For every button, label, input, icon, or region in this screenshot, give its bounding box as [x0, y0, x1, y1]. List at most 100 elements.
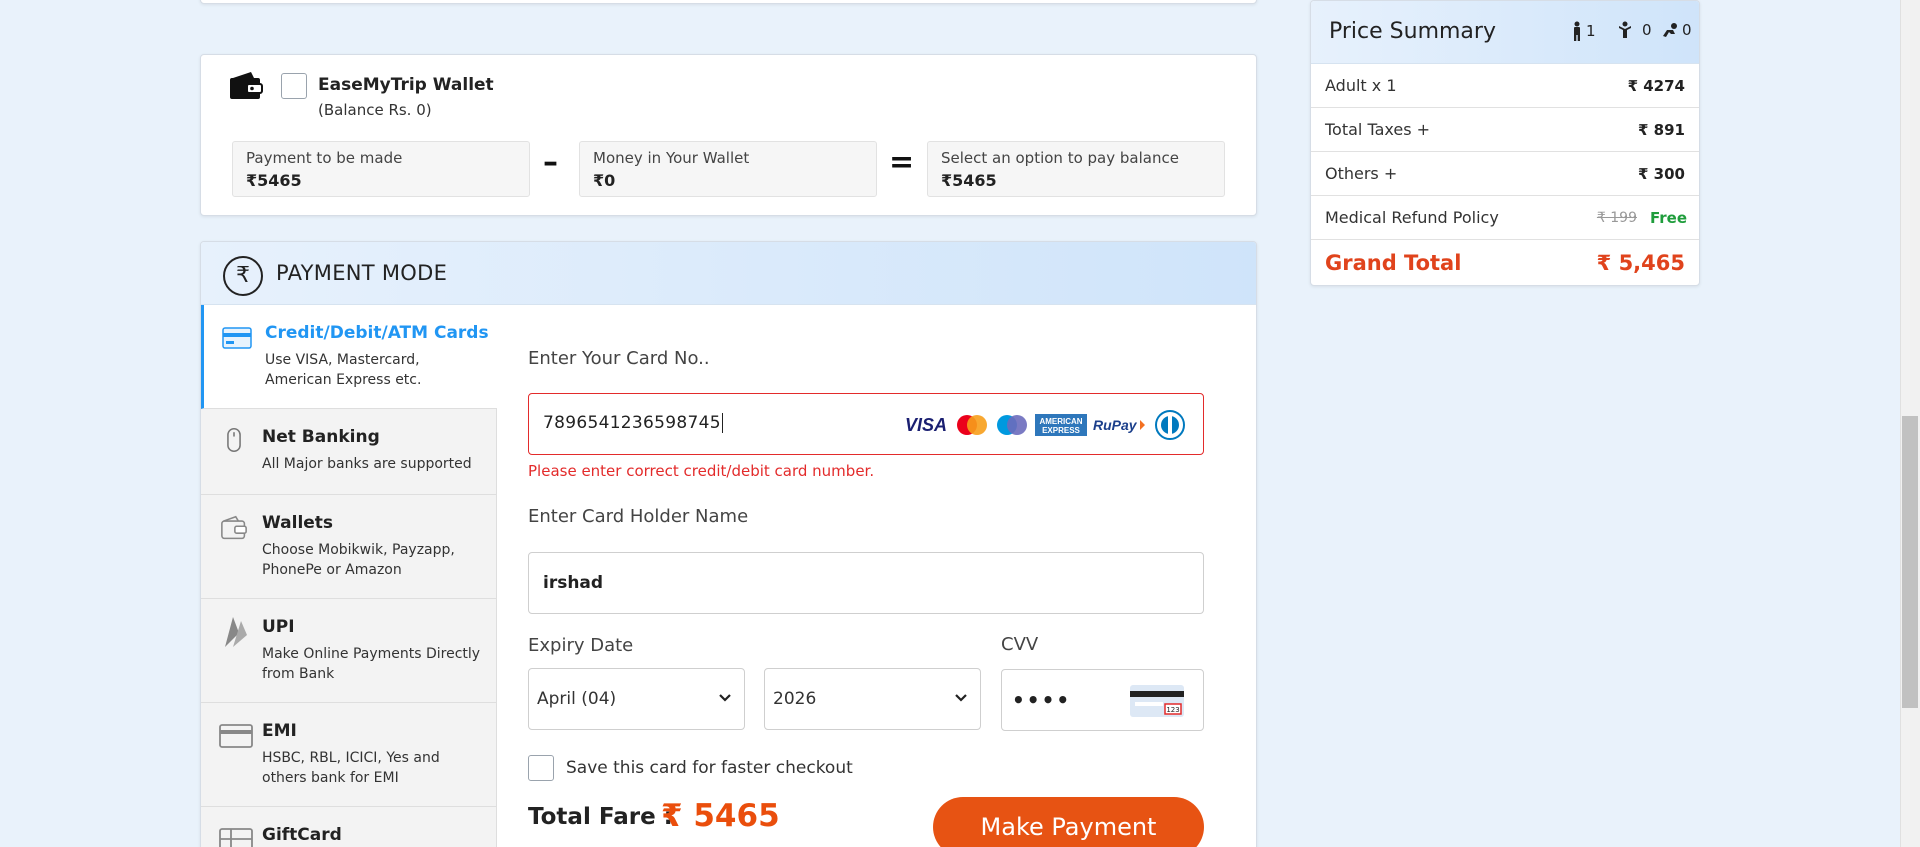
- cvv-value: ••••: [1012, 688, 1072, 712]
- child-icon: [1619, 21, 1631, 38]
- method-net-banking-title: Net Banking: [262, 427, 380, 447]
- save-card-checkbox[interactable]: [528, 755, 554, 781]
- payment-mode-title: PAYMENT MODE: [276, 261, 448, 285]
- card-number-label: Enter Your Card No..: [528, 348, 710, 369]
- method-cards-desc: Use VISA, Mastercard, American Express e…: [265, 352, 422, 388]
- money-in-wallet-box: Money in Your Wallet ₹0: [579, 141, 877, 197]
- infant-count-value: 0: [1682, 21, 1692, 39]
- total-fare-label: Total Fare :: [528, 804, 673, 830]
- svg-text:123: 123: [1166, 706, 1179, 714]
- svg-text:EXPRESS: EXPRESS: [1042, 426, 1080, 435]
- summary-row-medical: Medical Refund Policy ₹ 199 Free: [1311, 196, 1699, 240]
- method-upi-desc: Make Online Payments Directly from Bank: [262, 646, 481, 682]
- wallet-checkbox[interactable]: [281, 73, 307, 99]
- price-summary-title: Price Summary: [1329, 19, 1496, 44]
- summary-row-label: Total Taxes +: [1325, 120, 1431, 139]
- card-number-input[interactable]: 7896541236598745 VISA AMERICAN EXPRESS R…: [528, 393, 1204, 455]
- card-holder-value: irshad: [543, 573, 604, 593]
- svg-text:VISA: VISA: [905, 415, 947, 435]
- card-number-error: Please enter correct credit/debit card n…: [528, 462, 875, 480]
- summary-row-label: Others +: [1325, 164, 1398, 183]
- svg-text:AMERICAN: AMERICAN: [1039, 417, 1082, 426]
- wallet-balance: (Balance Rs. 0): [318, 101, 432, 119]
- price-summary-card: Price Summary 1 0 0 Adult x 1 ₹ 4274 Tot…: [1310, 0, 1700, 286]
- cvv-label: CVV: [1001, 634, 1039, 655]
- method-wallets-desc: Choose Mobikwik, Payzapp, PhonePe or Ama…: [262, 542, 455, 578]
- wallet-icon: [221, 515, 247, 540]
- payment-to-be-made-box: Payment to be made ₹5465: [232, 141, 530, 197]
- method-cards[interactable]: Credit/Debit/ATM Cards Use VISA, Masterc…: [201, 305, 497, 409]
- medical-refund-old-price: ₹ 199: [1596, 210, 1637, 226]
- expiry-month-value: April (04): [537, 689, 617, 709]
- payment-mode-card: ₹ PAYMENT MODE Credit/Debit/ATM Cards Us…: [200, 241, 1257, 847]
- chevron-down-icon: [955, 694, 967, 702]
- scrollbar-thumb[interactable]: [1902, 416, 1918, 708]
- payment-value: ₹5465: [246, 171, 302, 190]
- maestro-logo-icon: [997, 415, 1027, 435]
- grand-total-value: ₹ 5,465: [1596, 251, 1685, 275]
- method-wallets[interactable]: Wallets Choose Mobikwik, Payzapp, PhoneP…: [201, 495, 497, 599]
- adult-count: 1: [1571, 21, 1596, 41]
- payment-mode-header: ₹ PAYMENT MODE: [201, 242, 1256, 305]
- method-emi-title: EMI: [262, 721, 297, 741]
- giftcard-icon: [219, 828, 253, 847]
- method-net-banking-desc: All Major banks are supported: [262, 456, 472, 472]
- summary-row-label: Adult x 1: [1325, 76, 1397, 95]
- make-payment-button[interactable]: Make Payment: [933, 797, 1204, 847]
- card-holder-input[interactable]: irshad: [528, 552, 1204, 614]
- summary-row-value: ₹ 300: [1638, 165, 1685, 183]
- method-upi[interactable]: UPI Make Online Payments Directly from B…: [201, 599, 497, 703]
- previous-section-card: [200, 0, 1257, 4]
- infant-count: 0: [1661, 21, 1692, 39]
- method-net-banking[interactable]: Net Banking All Major banks are supporte…: [201, 409, 497, 495]
- wallet-card: EaseMyTrip Wallet (Balance Rs. 0) Paymen…: [200, 54, 1257, 216]
- svg-text:RuPay: RuPay: [1093, 417, 1138, 433]
- method-upi-title: UPI: [262, 617, 295, 637]
- infant-icon: [1663, 23, 1677, 37]
- expiry-year-select[interactable]: 2026: [764, 668, 981, 730]
- child-count-value: 0: [1642, 21, 1652, 39]
- credit-card-icon: [222, 327, 252, 349]
- balance-option-box: Select an option to pay balance ₹5465: [927, 141, 1225, 197]
- grand-total-label: Grand Total: [1325, 251, 1462, 275]
- method-emi[interactable]: EMI HSBC, RBL, ICICI, Yes and others ban…: [201, 703, 497, 807]
- summary-row-value: ₹ 891: [1638, 121, 1685, 139]
- medical-refund-free: Free: [1649, 209, 1687, 227]
- save-card-label: Save this card for faster checkout: [566, 758, 853, 778]
- summary-row-grand-total: Grand Total ₹ 5,465: [1311, 240, 1699, 284]
- child-count: 0: [1617, 21, 1652, 39]
- rupay-logo-icon: RuPay: [1093, 417, 1145, 433]
- rupee-icon: ₹: [223, 256, 263, 296]
- option-value: ₹5465: [941, 171, 997, 190]
- card-brand-logos: VISA AMERICAN EXPRESS RuPay: [905, 410, 1187, 440]
- mouse-icon: [227, 427, 241, 453]
- card-number-value: 7896541236598745: [543, 413, 723, 433]
- emi-card-icon: [219, 724, 253, 748]
- adult-count-value: 1: [1586, 22, 1596, 40]
- expiry-month-select[interactable]: April (04): [528, 668, 745, 730]
- expiry-year-value: 2026: [773, 689, 817, 709]
- mastercard-logo-icon: [957, 415, 987, 435]
- money-value: ₹0: [593, 171, 616, 190]
- summary-row-others[interactable]: Others + ₹ 300: [1311, 152, 1699, 196]
- method-giftcard-title: GiftCard: [262, 825, 342, 845]
- price-summary-header: Price Summary 1 0 0: [1311, 1, 1699, 64]
- method-emi-desc: HSBC, RBL, ICICI, Yes and others bank fo…: [262, 750, 440, 786]
- upi-icon: [225, 617, 247, 647]
- equals-sign: =: [889, 145, 915, 180]
- card-holder-label: Enter Card Holder Name: [528, 506, 749, 527]
- option-label: Select an option to pay balance: [941, 149, 1179, 167]
- medical-refund-label: Medical Refund Policy: [1325, 208, 1499, 227]
- money-label: Money in Your Wallet: [593, 149, 750, 167]
- summary-row-adult: Adult x 1 ₹ 4274: [1311, 64, 1699, 108]
- payment-methods-sidebar: Credit/Debit/ATM Cards Use VISA, Masterc…: [201, 305, 497, 847]
- text-caret: [721, 413, 723, 433]
- summary-row-value: ₹ 4274: [1627, 77, 1685, 95]
- expiry-date-label: Expiry Date: [528, 635, 634, 656]
- cvv-input[interactable]: •••• 123: [1001, 669, 1204, 731]
- visa-logo-icon: VISA: [905, 415, 947, 435]
- summary-row-taxes[interactable]: Total Taxes + ₹ 891: [1311, 108, 1699, 152]
- method-giftcard[interactable]: GiftCard: [201, 807, 497, 847]
- amex-logo-icon: AMERICAN EXPRESS: [1035, 414, 1087, 436]
- adult-icon: [1574, 21, 1580, 41]
